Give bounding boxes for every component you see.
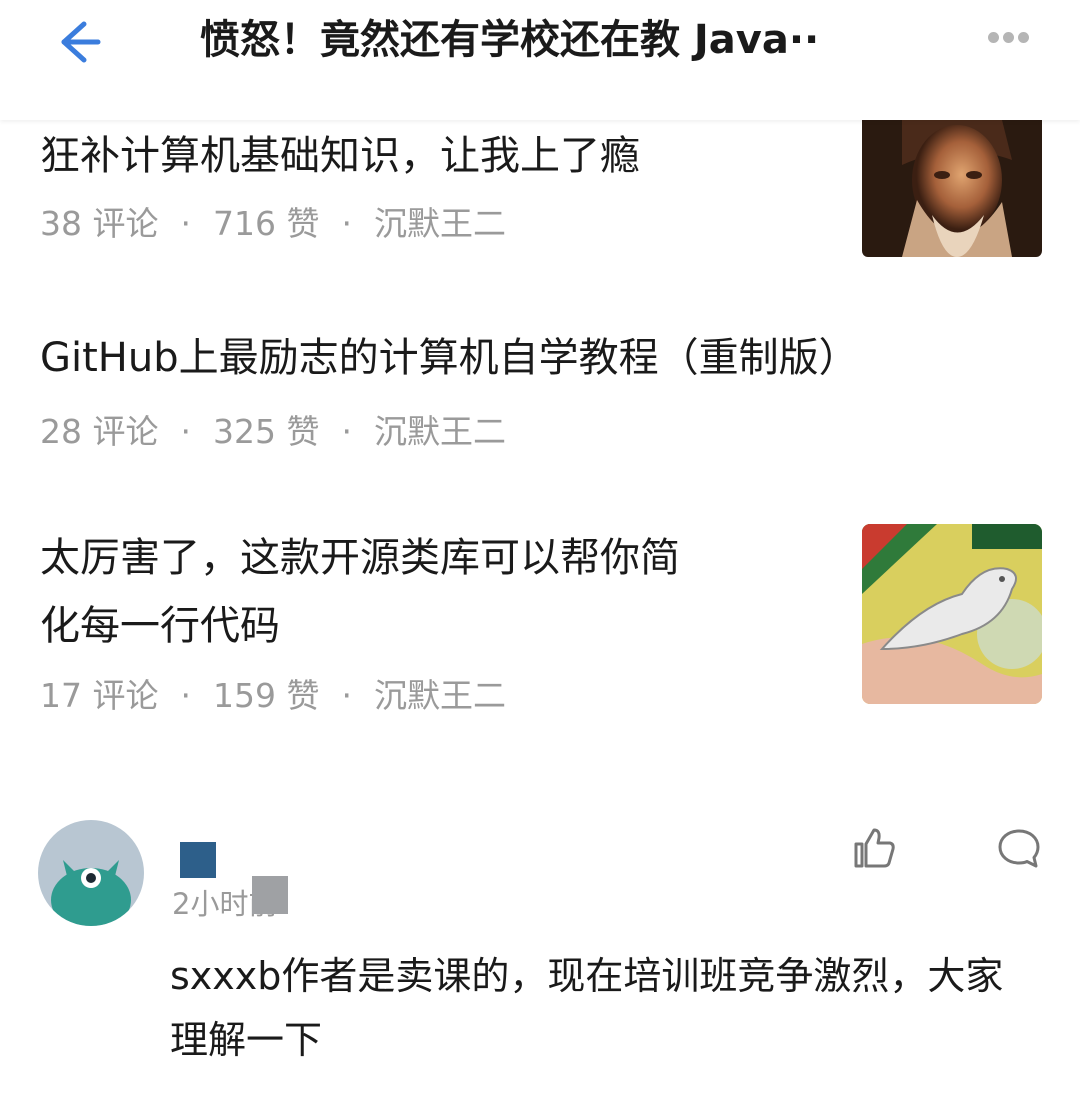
like-button[interactable] — [850, 824, 898, 872]
article-thumbnail — [862, 120, 1042, 257]
thumbs-up-icon — [854, 828, 895, 868]
author-name: 沉默王二 — [373, 676, 506, 715]
article-title: GitHub上最励志的计算机自学教程（重制版） — [40, 335, 859, 381]
like-count: 159 赞 — [212, 676, 320, 715]
article-item[interactable]: 狂补计算机基础知识，让我上了瘾 38 评论 · 716 赞 · 沉默王二 — [0, 120, 1080, 290]
comment-count: 17 评论 — [40, 676, 159, 715]
avatar[interactable] — [38, 820, 144, 926]
article-meta: 17 评论 · 159 赞 · 沉默王二 — [40, 676, 506, 715]
article-meta: 28 评论 · 325 赞 · 沉默王二 — [40, 412, 506, 451]
author-name: 沉默王二 — [373, 204, 506, 243]
article-item[interactable]: GitHub上最励志的计算机自学教程（重制版） 28 评论 · 325 赞 · 沉默王二 — [0, 320, 1080, 470]
more-button[interactable] — [988, 24, 1040, 52]
like-count: 325 赞 — [212, 412, 320, 451]
article-title: 太厉害了，这款开源类库可以帮你简 化每一行代码 — [40, 535, 680, 649]
page-title: 愤怒！竟然还有学校还在教 Java·· — [200, 17, 820, 63]
top-bar: 愤怒！竟然还有学校还在教 Java·· — [0, 0, 1080, 120]
article-meta: 38 评论 · 716 赞 · 沉默王二 — [40, 204, 506, 243]
author-name: 沉默王二 — [373, 412, 506, 451]
article-title: 狂补计算机基础知识，让我上了瘾 — [40, 133, 640, 179]
comment-count: 38 评论 — [40, 204, 159, 243]
comment-text: sxxxb作者是卖课的，现在培训班竞争激烈，大家 理解一下 — [170, 954, 1004, 1062]
more-dots-icon — [988, 32, 999, 43]
like-count: 716 赞 — [212, 204, 320, 243]
article-item[interactable]: 太厉害了，这款开源类库可以帮你简 化每一行代码 17 评论 · 159 赞 · 沉默王二 — [0, 520, 1080, 730]
comment-count: 28 评论 — [40, 412, 159, 451]
redaction-block — [252, 876, 288, 914]
article-thumbnail — [862, 524, 1042, 704]
back-button[interactable] — [48, 12, 108, 72]
back-arrow-icon — [61, 21, 101, 63]
comment-bubble-icon — [998, 829, 1040, 868]
username[interactable] — [180, 842, 216, 878]
reply-button[interactable] — [996, 826, 1042, 872]
